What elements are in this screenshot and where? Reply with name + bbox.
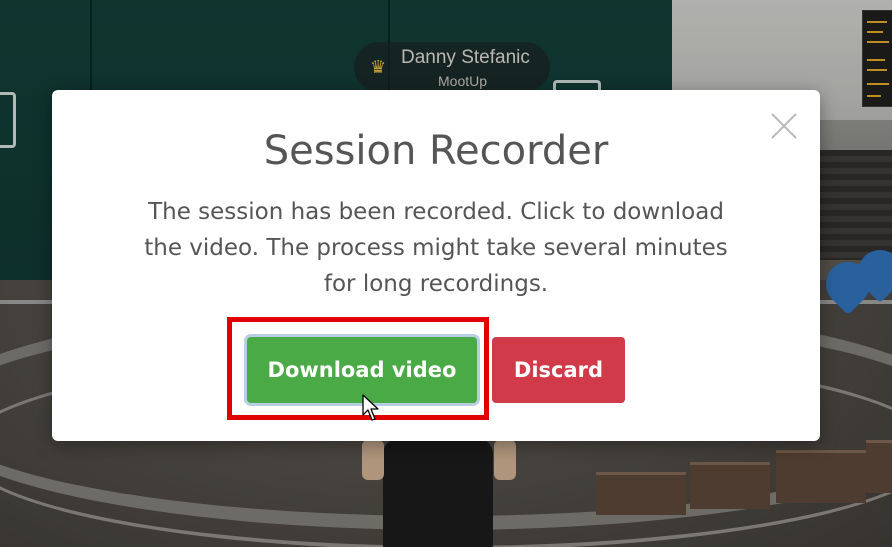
mouse-cursor-icon [362,394,379,421]
discard-button[interactable]: Discard [492,337,625,403]
dialog-message: The session has been recorded. Click to … [144,199,728,297]
dialog-title: Session Recorder [263,128,609,174]
